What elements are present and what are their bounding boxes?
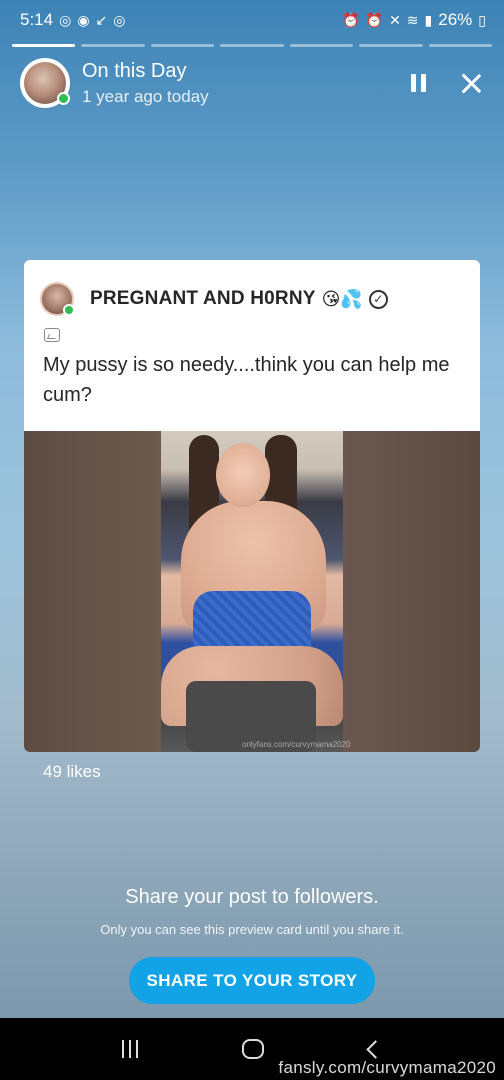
media-watermark: onlyfans.com/curvymama2020 (242, 740, 351, 749)
story-progress-segment (12, 44, 76, 47)
post-header: PREGNANT AND H0RNY 😘💦 ✓ (24, 260, 480, 322)
post-photo (161, 431, 343, 752)
alarm-icon: ⏰ (342, 12, 360, 28)
post-media[interactable]: onlyfans.com/curvymama2020 (24, 431, 480, 752)
verified-icon: ✓ (368, 289, 388, 309)
story-progress (12, 44, 492, 47)
story-title: On this Day (82, 59, 187, 82)
home-icon[interactable] (242, 1039, 265, 1059)
status-right: ⏰ ⏰ ✕ ≋ ▮ 26% ▯ (342, 10, 486, 30)
status-bar: 5:14 ◎ ◉ ↙ ◎ ⏰ ⏰ ✕ ≋ ▮ 26% ▯ (0, 0, 504, 40)
story-header: On this Day 1 year ago today (20, 56, 484, 110)
avatar[interactable] (20, 58, 70, 108)
share-note: Only you can see this preview card until… (100, 922, 404, 937)
story-titles: On this Day 1 year ago today (82, 60, 209, 107)
back-icon[interactable] (366, 1039, 385, 1059)
post-preview-card[interactable]: PREGNANT AND H0RNY 😘💦 ✓ My pussy is so n… (24, 260, 480, 752)
story-progress-segment (220, 44, 284, 47)
recent-apps-icon[interactable] (122, 1040, 139, 1058)
status-left: 5:14 ◎ ◉ ↙ ◎ (20, 10, 125, 30)
online-status-dot (57, 92, 70, 105)
story-controls (408, 70, 484, 96)
story-progress-segment (289, 44, 354, 47)
story-progress-segment (150, 44, 215, 47)
likes-count: 49 likes (43, 762, 101, 781)
status-time: 5:14 (20, 10, 54, 29)
mute-icon: ✕ (389, 12, 401, 28)
instagram-icon: ◎ (59, 12, 72, 28)
story-progress-segment (359, 44, 423, 47)
battery-icon: ▯ (478, 12, 486, 28)
signal-icon: ▮ (424, 12, 433, 28)
story-progress-segment (428, 44, 492, 47)
post-author-name[interactable]: PREGNANT AND H0RNY (90, 288, 316, 310)
chrome-icon: ◉ (77, 12, 90, 28)
image-icon (44, 328, 60, 342)
post-text: My pussy is so needy....think you can he… (43, 354, 450, 406)
post-author-avatar[interactable] (40, 282, 75, 316)
instagram-icon: ◎ (113, 12, 126, 28)
missed-call-icon: ↙ (95, 12, 108, 28)
share-to-story-button[interactable]: SHARE TO YOUR STORY (129, 957, 375, 1004)
online-status-dot (63, 304, 75, 316)
pause-icon[interactable] (408, 73, 428, 93)
story-progress-segment (81, 44, 145, 47)
share-title: Share your post to followers. (125, 886, 379, 908)
battery-percent: 26% (438, 10, 473, 29)
site-watermark: fansly.com/curvymama2020 (278, 1058, 496, 1077)
wifi-icon: ≋ (406, 12, 419, 28)
alarm-icon: ⏰ (365, 12, 384, 28)
close-icon[interactable] (458, 70, 484, 96)
author-emojis: 😘💦 (321, 288, 363, 309)
story-subtitle: 1 year ago today (82, 86, 209, 106)
